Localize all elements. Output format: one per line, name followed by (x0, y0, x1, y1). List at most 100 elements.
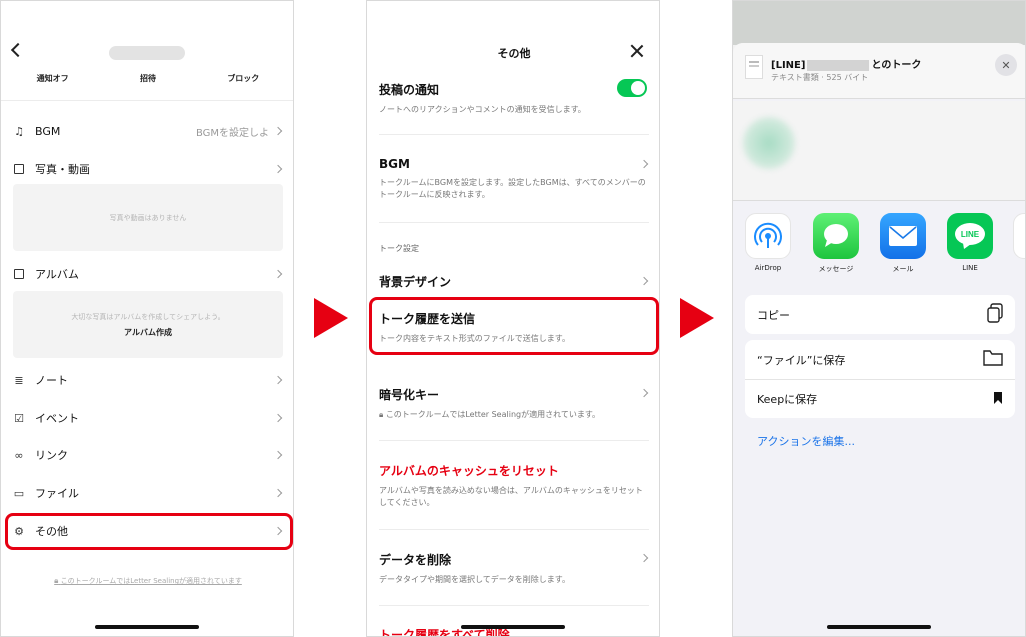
invite-button[interactable]: 招待 (140, 73, 156, 84)
divider (379, 605, 649, 606)
menu-item-event[interactable]: ☑ イベント (13, 408, 285, 428)
copy-action-card: コピー (745, 295, 1015, 334)
bgm-value: BGMを設定しよ (195, 127, 269, 139)
reminders-icon (1013, 213, 1025, 259)
header-divider (1, 100, 293, 101)
step-arrow-icon (314, 298, 348, 338)
avatar[interactable] (743, 117, 795, 169)
chevron-right-icon (273, 375, 283, 385)
background-design-setting[interactable]: 背景デザイン (379, 273, 649, 290)
block-button[interactable]: ブロック (227, 73, 259, 84)
other-settings-screen: その他 投稿の通知 ノートへのリアクションやコメントの通知を受信します。 BGM… (366, 0, 660, 637)
share-app-line[interactable]: LINE LINE (945, 213, 995, 272)
back-chevron-icon[interactable] (10, 42, 26, 58)
album-empty-text: 大切な写真はアルバムを作成してシェアしよう。 (71, 312, 225, 321)
menu-item-album[interactable]: アルバム (13, 264, 285, 284)
divider (379, 134, 649, 135)
section-label: トーク設定 (379, 244, 419, 253)
save-to-keep-action[interactable]: Keepに保存 (745, 379, 1015, 418)
lock-icon: 🔒︎ (379, 410, 384, 419)
chevron-right-icon (273, 488, 283, 498)
chevron-right-icon (273, 164, 283, 174)
divider (379, 440, 649, 441)
divider (379, 529, 649, 530)
menu-item-media[interactable]: 写真・動画 (13, 159, 285, 179)
lock-icon: 🔒︎ (54, 576, 59, 585)
menu-item-file[interactable]: ▭ ファイル (13, 483, 285, 503)
chat-menu-screen: 通知オフ 招待 ブロック ♫ BGM BGMを設定しよ 写真・動画 写真や動画は… (0, 0, 294, 637)
post-notification-setting: 投稿の通知 ノートへのリアクションやコメントの通知を受信します。 (379, 81, 649, 116)
menu-item-label: ファイル (35, 487, 79, 500)
setting-title: 投稿の通知 (379, 83, 440, 97)
action-label: Keepに保存 (757, 393, 818, 406)
chevron-right-icon (273, 126, 283, 136)
create-album-button[interactable]: アルバム作成 (124, 327, 172, 338)
encryption-key-setting[interactable]: 暗号化キー 🔒︎ このトークルームではLetter Sealingが適用されてい… (379, 386, 649, 421)
text-file-icon (745, 55, 763, 79)
delete-data-setting[interactable]: データを削除 データタイプや期間を選択してデータを削除します。 (379, 551, 649, 586)
menu-item-link[interactable]: ∞ リンク (13, 445, 285, 465)
setting-description: トークルームにBGMを設定します。設定したBGMは、すべてのメンバーのトークルー… (379, 178, 646, 199)
post-notification-toggle[interactable] (617, 79, 647, 97)
menu-item-label: アルバム (35, 268, 79, 281)
home-indicator (461, 625, 565, 629)
action-label: コピー (757, 308, 790, 322)
share-app-label: AirDrop (754, 264, 782, 272)
setting-description: アルバムや写真を読み込めない場合は、アルバムのキャッシュをリセットしてください。 (379, 486, 643, 507)
mail-icon (880, 213, 926, 259)
setting-title: アルバムのキャッシュをリセット (379, 464, 559, 478)
chat-name-redacted (109, 46, 185, 60)
bookmark-icon (993, 391, 1003, 407)
album-icon (13, 268, 25, 280)
page-title: その他 (497, 47, 531, 60)
edit-actions-link[interactable]: アクションを編集... (757, 433, 855, 449)
close-icon[interactable] (630, 44, 644, 58)
menu-item-bgm[interactable]: ♫ BGM BGMを設定しよ (13, 121, 285, 141)
share-app-reminders[interactable]: リマ (1011, 213, 1025, 274)
divider (379, 222, 649, 223)
share-app-airdrop[interactable]: AirDrop (743, 213, 793, 272)
save-actions-card: “ファイル”に保存 Keepに保存 (745, 340, 1015, 418)
share-apps-row: AirDrop メッセージ メール LINE LINE (733, 213, 1025, 283)
share-app-mail[interactable]: メール (878, 213, 928, 274)
file-name-suffix: とのトーク (871, 60, 922, 71)
album-empty-box: 大切な写真はアルバムを作成してシェアしよう。 アルバム作成 (13, 291, 283, 358)
menu-item-label: ノート (35, 374, 68, 387)
folder-icon: ▭ (13, 486, 25, 500)
chevron-right-icon (273, 269, 283, 279)
reset-album-cache-setting[interactable]: アルバムのキャッシュをリセット アルバムや写真を読み込めない場合は、アルバムのキ… (379, 462, 649, 509)
chevron-right-icon (273, 413, 283, 423)
copy-icon (987, 303, 1003, 326)
note-icon: ≣ (14, 373, 24, 387)
share-sheet-header: [LINE] とのトーク テキスト書類 · 525 バイト ✕ (733, 43, 1025, 99)
close-icon[interactable]: ✕ (995, 54, 1017, 76)
media-empty-box: 写真や動画はありません (13, 184, 283, 251)
music-note-icon: ♫ (14, 124, 24, 138)
messages-icon (813, 213, 859, 259)
copy-action[interactable]: コピー (745, 295, 1015, 334)
media-empty-text: 写真や動画はありません (109, 213, 187, 222)
share-app-label: リマ (1011, 264, 1025, 274)
letter-sealing-footer[interactable]: 🔒︎ このトークルームではLetter Sealingが適用されています (1, 576, 293, 586)
save-to-files-action[interactable]: “ファイル”に保存 (745, 340, 1015, 379)
home-indicator (827, 625, 931, 629)
menu-item-label: リンク (35, 449, 68, 462)
mute-notifications-button[interactable]: 通知オフ (37, 73, 69, 84)
setting-description: データタイプや期間を選択してデータを削除します。 (379, 575, 570, 584)
chevron-right-icon (273, 450, 283, 460)
home-indicator (95, 625, 199, 629)
menu-item-note[interactable]: ≣ ノート (13, 370, 285, 390)
redacted-name (807, 59, 870, 71)
highlight-box-other (5, 513, 293, 550)
folder-icon (983, 350, 1003, 369)
step-arrow-icon (680, 298, 714, 338)
line-icon-text: LINE (961, 230, 980, 239)
share-app-messages[interactable]: メッセージ (811, 213, 861, 274)
setting-title: 背景デザイン (379, 275, 452, 289)
dimmed-background (733, 1, 1025, 45)
setting-title: データを削除 (379, 553, 452, 567)
calendar-check-icon: ☑ (14, 411, 24, 425)
setting-title: 暗号化キー (379, 388, 440, 402)
bgm-setting[interactable]: BGM トークルームにBGMを設定します。設定したBGMは、すべてのメンバーのト… (379, 157, 649, 201)
share-sheet-screen: [LINE] とのトーク テキスト書類 · 525 バイト ✕ AirDrop (732, 0, 1026, 637)
